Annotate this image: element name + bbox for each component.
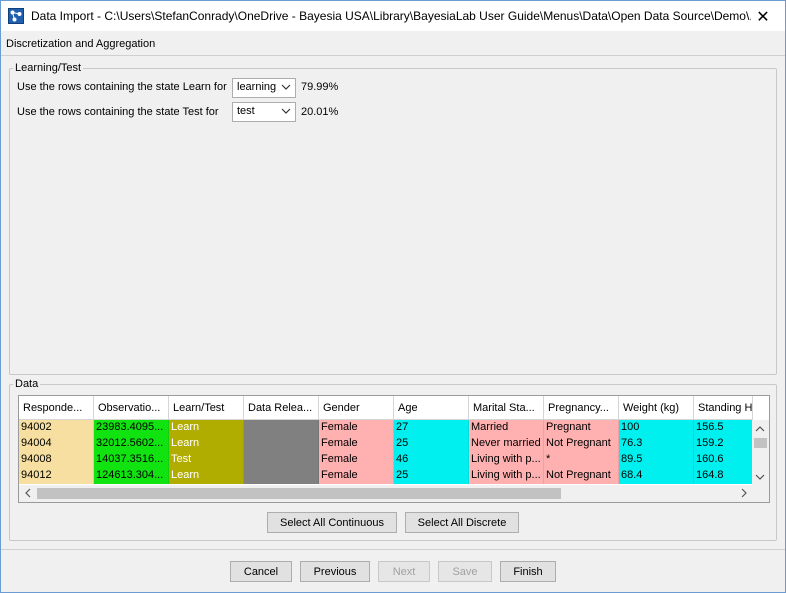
table-cell: Female bbox=[319, 436, 394, 452]
learn-usage-value: learning bbox=[237, 81, 277, 93]
test-percent: 20.01% bbox=[301, 106, 339, 118]
table-cell: Never married bbox=[469, 436, 544, 452]
test-usage-value: test bbox=[237, 105, 255, 117]
next-button[interactable]: Next bbox=[378, 561, 430, 582]
scroll-up-icon[interactable] bbox=[755, 424, 765, 434]
bayesialab-app-icon bbox=[8, 8, 24, 24]
table-header: Responde... Observatio... Learn/Test Data R… bbox=[19, 396, 753, 420]
vertical-scrollbar[interactable] bbox=[752, 420, 769, 486]
table-cell: 124613.304... bbox=[94, 468, 169, 484]
table-cell: Female bbox=[319, 420, 394, 436]
table-cell: 94004 bbox=[19, 436, 94, 452]
scroll-left-icon[interactable] bbox=[23, 488, 33, 498]
table-cell: Learn bbox=[169, 436, 244, 452]
table-cell: 164.8 bbox=[694, 468, 753, 484]
column-header[interactable]: Gender bbox=[319, 396, 394, 420]
table-cell: Learn bbox=[169, 468, 244, 484]
data-import-window: Data Import - C:\Users\StefanConrady\One… bbox=[0, 0, 786, 593]
column-header[interactable]: Standing H bbox=[694, 396, 753, 420]
table-row[interactable]: 94002 23983.4095... Learn Female 27 Married Pr… bbox=[19, 420, 753, 436]
table-cell bbox=[244, 436, 319, 452]
cancel-button[interactable]: Cancel bbox=[230, 561, 292, 582]
chevron-down-icon bbox=[281, 84, 291, 90]
table-cell: * bbox=[544, 452, 619, 468]
data-legend: Data bbox=[13, 378, 41, 390]
column-header[interactable]: Weight (kg) bbox=[619, 396, 694, 420]
table-cell: 46 bbox=[394, 452, 469, 468]
learning-test-legend: Learning/Test bbox=[13, 62, 84, 74]
column-header[interactable]: Pregnancy... bbox=[544, 396, 619, 420]
table-row[interactable]: 94012 124613.304... Learn Female 25 Living wi… bbox=[19, 468, 753, 484]
save-button[interactable]: Save bbox=[438, 561, 492, 582]
table-cell: 156.5 bbox=[694, 420, 753, 436]
column-header[interactable]: Age bbox=[394, 396, 469, 420]
column-header[interactable]: Marital Sta... bbox=[469, 396, 544, 420]
chevron-down-icon bbox=[281, 108, 291, 114]
table-row[interactable]: 94004 32012.5602... Learn Female 25 Never mar… bbox=[19, 436, 753, 452]
column-header[interactable]: Responde... bbox=[19, 396, 94, 420]
table-cell: 76.3 bbox=[619, 436, 694, 452]
table-cell: Pregnant bbox=[544, 420, 619, 436]
learn-percent: 79.99% bbox=[301, 81, 339, 93]
table-body: 94002 23983.4095... Learn Female 27 Married Pr… bbox=[19, 420, 753, 484]
column-header[interactable]: Data Relea... bbox=[244, 396, 319, 420]
scrollbar-corner bbox=[752, 485, 769, 502]
test-usage-select[interactable]: test bbox=[232, 102, 296, 122]
table-cell bbox=[244, 420, 319, 436]
select-all-continuous-button[interactable]: Select All Continuous bbox=[267, 512, 397, 533]
table-cell: 27 bbox=[394, 420, 469, 436]
horizontal-scrollbar[interactable] bbox=[19, 485, 753, 502]
table-cell: Living with p... bbox=[469, 468, 544, 484]
previous-button[interactable]: Previous bbox=[300, 561, 370, 582]
table-cell: 23983.4095... bbox=[94, 420, 169, 436]
table-cell: Learn bbox=[169, 420, 244, 436]
table-cell bbox=[244, 452, 319, 468]
close-button[interactable]: ✕ bbox=[741, 1, 785, 31]
footer-divider bbox=[1, 549, 785, 550]
table-cell: Not Pregnant bbox=[544, 468, 619, 484]
title-bar: Data Import - C:\Users\StefanConrady\One… bbox=[1, 1, 785, 31]
scroll-down-icon[interactable] bbox=[755, 472, 765, 482]
column-header[interactable]: Observatio... bbox=[94, 396, 169, 420]
test-row-label: Use the rows containing the state Test f… bbox=[17, 106, 219, 118]
close-icon: ✕ bbox=[756, 6, 770, 26]
header-divider bbox=[1, 55, 785, 56]
table-cell: 100 bbox=[619, 420, 694, 436]
table-cell: Test bbox=[169, 452, 244, 468]
horizontal-scroll-thumb[interactable] bbox=[37, 488, 561, 499]
table-cell: 68.4 bbox=[619, 468, 694, 484]
scroll-right-icon[interactable] bbox=[739, 488, 749, 498]
step-title: Discretization and Aggregation bbox=[6, 38, 156, 50]
data-table[interactable]: Responde... Observatio... Learn/Test Data R… bbox=[18, 395, 770, 503]
table-cell: Female bbox=[319, 468, 394, 484]
table-cell: 159.2 bbox=[694, 436, 753, 452]
select-all-discrete-button[interactable]: Select All Discrete bbox=[405, 512, 519, 533]
table-cell: 25 bbox=[394, 468, 469, 484]
table-row[interactable]: 94008 14037.3516... Test Female 46 Living wit… bbox=[19, 452, 753, 468]
table-cell: 94008 bbox=[19, 452, 94, 468]
table-cell: Not Pregnant bbox=[544, 436, 619, 452]
table-cell: Married bbox=[469, 420, 544, 436]
table-cell: 160.6 bbox=[694, 452, 753, 468]
table-cell bbox=[244, 468, 319, 484]
table-cell: Female bbox=[319, 452, 394, 468]
learn-row-label: Use the rows containing the state Learn … bbox=[17, 81, 227, 93]
table-cell: Living with p... bbox=[469, 452, 544, 468]
finish-button[interactable]: Finish bbox=[500, 561, 556, 582]
table-cell: 32012.5602... bbox=[94, 436, 169, 452]
table-cell: 94002 bbox=[19, 420, 94, 436]
table-cell: 25 bbox=[394, 436, 469, 452]
learn-usage-select[interactable]: learning bbox=[232, 78, 296, 98]
table-cell: 94012 bbox=[19, 468, 94, 484]
table-cell: 89.5 bbox=[619, 452, 694, 468]
window-title: Data Import - C:\Users\StefanConrady\One… bbox=[31, 9, 751, 23]
vertical-scroll-thumb[interactable] bbox=[754, 438, 767, 448]
column-header[interactable]: Learn/Test bbox=[169, 396, 244, 420]
table-cell: 14037.3516... bbox=[94, 452, 169, 468]
